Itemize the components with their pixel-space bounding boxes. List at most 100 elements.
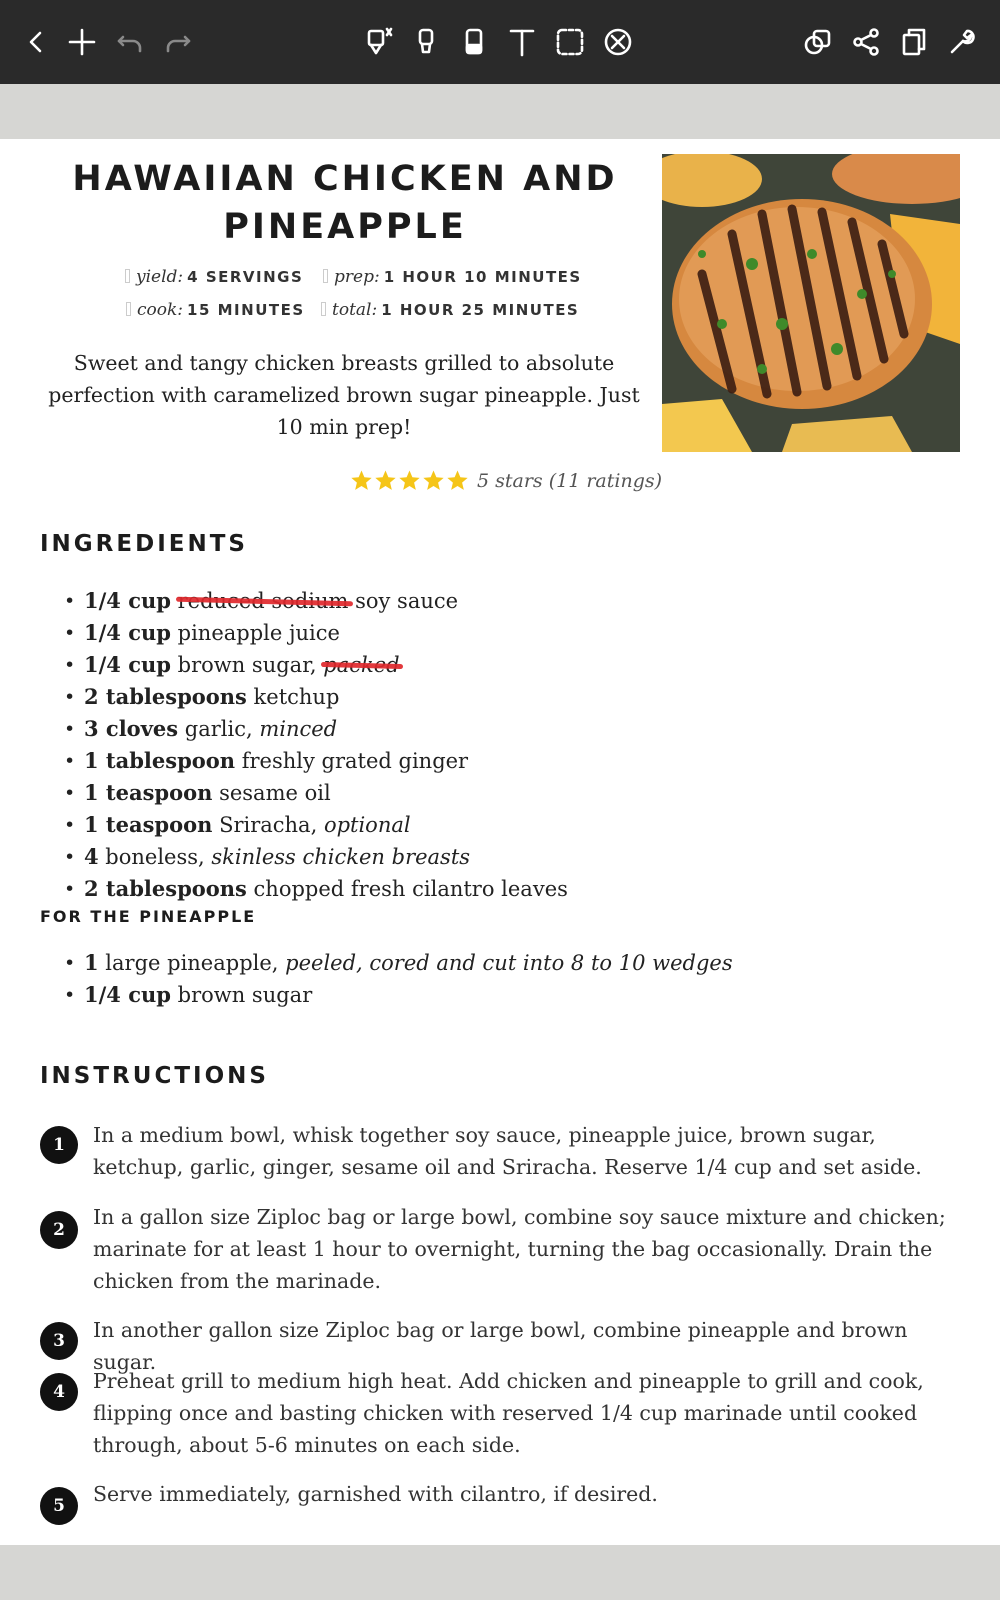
- highlighter-icon[interactable]: [404, 20, 448, 64]
- ingredient-quantity: 1 teaspoon: [84, 780, 213, 805]
- yield-key: yield:: [136, 267, 184, 287]
- step-number: 1: [40, 1126, 78, 1164]
- prep-value: 1 HOUR 10 MINUTES: [383, 268, 582, 286]
- star-icon: [351, 470, 372, 490]
- instruction-step: 4 Preheat grill to medium high heat. Add …: [40, 1365, 960, 1469]
- ingredient-quantity: 1/4 cup: [84, 588, 171, 613]
- ingredient-item: 1/4 cup pineapple juice: [62, 617, 568, 649]
- ingredient-quantity: 1/4 cup: [84, 652, 171, 677]
- ingredients-heading: INGREDIENTS: [40, 531, 248, 557]
- instruction-step: 2 In a gallon size Ziploc bag or large bo…: [40, 1201, 960, 1305]
- ingredient-item: 1/4 cup brown sugar: [62, 979, 733, 1011]
- meta-total: total: 1 HOUR 25 MINUTES: [321, 300, 579, 320]
- share-icon[interactable]: [844, 20, 888, 64]
- step-text: In a gallon size Ziploc bag or large bow…: [93, 1205, 946, 1293]
- ingredient-quantity: 1/4 cup: [84, 620, 171, 645]
- meta-prep: prep: 1 HOUR 10 MINUTES: [323, 267, 582, 287]
- pen-icon[interactable]: [356, 20, 400, 64]
- ingredient-quantity: 4: [84, 844, 99, 869]
- rating[interactable]: 5 stars (11 ratings): [350, 469, 662, 492]
- title-line-2: PINEAPPLE: [223, 207, 467, 247]
- page-gap-top: [0, 84, 1000, 139]
- yield-value: 4 SERVINGS: [187, 268, 304, 286]
- ingredient-name: garlic,: [178, 717, 260, 741]
- redo-icon[interactable]: [156, 20, 200, 64]
- add-icon[interactable]: [60, 20, 104, 64]
- ingredient-item: 3 cloves garlic, minced: [62, 713, 568, 745]
- ingredient-quantity: 1 teaspoon: [84, 812, 213, 837]
- struck-text: reduced sodium: [175, 589, 353, 613]
- ingredient-quantity: 3 cloves: [84, 716, 179, 741]
- star-icon: [423, 470, 444, 490]
- star-icon: [399, 470, 420, 490]
- step-text: In a medium bowl, whisk together soy sau…: [93, 1123, 922, 1179]
- total-icon: [321, 302, 326, 316]
- ingredient-name: sesame oil: [212, 781, 331, 805]
- cook-icon: [126, 302, 131, 316]
- annotation-toolbar: [0, 0, 1000, 84]
- ingredient-item: 1/4 cup brown sugar, packed: [62, 649, 568, 681]
- ingredient-note: peeled, cored and cut into 8 to 10 wedge…: [285, 951, 733, 975]
- instruction-step: 5 Serve immediately, garnished with cilan…: [40, 1478, 960, 1525]
- tools-icon[interactable]: [940, 20, 984, 64]
- text-icon[interactable]: [500, 20, 544, 64]
- copy-icon[interactable]: [796, 20, 840, 64]
- lasso-select-icon[interactable]: [548, 20, 592, 64]
- ingredient-name: brown sugar,: [170, 653, 324, 677]
- star-rating: [350, 469, 469, 492]
- step-number: 5: [40, 1487, 78, 1525]
- pineapple-heading: FOR THE PINEAPPLE: [40, 907, 257, 926]
- title-line-1: HAWAIIAN CHICKEN AND: [72, 159, 618, 199]
- eraser-icon[interactable]: [452, 20, 496, 64]
- ingredient-item: 2 tablespoons chopped fresh cilantro lea…: [62, 873, 568, 905]
- recipe-title: HAWAIIAN CHICKEN AND PINEAPPLE: [40, 155, 650, 251]
- shape-icon[interactable]: [596, 20, 640, 64]
- total-key: total:: [332, 300, 378, 320]
- page-gap-bottom: [0, 1545, 1000, 1600]
- undo-icon[interactable]: [108, 20, 152, 64]
- star-icon: [375, 470, 396, 490]
- ingredient-name: large pineapple,: [98, 951, 286, 975]
- ingredient-name: Sriracha,: [212, 813, 324, 837]
- instruction-step: 1 In a medium bowl, whisk together soy sa…: [40, 1119, 960, 1191]
- meta-yield: yield: 4 SERVINGS: [125, 267, 303, 287]
- pages-icon[interactable]: [892, 20, 936, 64]
- step-text: Preheat grill to medium high heat. Add c…: [93, 1369, 924, 1457]
- ingredient-name: ketchup: [246, 685, 340, 709]
- yield-icon: [125, 269, 130, 283]
- pineapple-list: 1 large pineapple, peeled, cored and cut…: [62, 947, 733, 1011]
- ingredient-name: boneless,: [98, 845, 212, 869]
- ingredient-quantity: 1: [84, 950, 99, 975]
- instruction-step: 3 In another gallon size Ziploc bag or la…: [40, 1314, 960, 1374]
- ingredients-list: 1/4 cup reduced sodium soy sauce1/4 cup …: [62, 585, 568, 905]
- ingredient-item: 1 teaspoon Sriracha, optional: [62, 809, 568, 841]
- ingredient-item: 2 tablespoons ketchup: [62, 681, 568, 713]
- ingredient-item: 1 tablespoon freshly grated ginger: [62, 745, 568, 777]
- recipe-photo: [662, 154, 960, 452]
- ingredient-item: 1 large pineapple, peeled, cored and cut…: [62, 947, 733, 979]
- star-icon: [447, 470, 468, 490]
- step-number: 2: [40, 1211, 78, 1249]
- struck-text: packed: [321, 653, 404, 677]
- ingredient-quantity: 1/4 cup: [84, 982, 171, 1007]
- back-icon[interactable]: [14, 20, 58, 64]
- ingredient-name: chopped fresh cilantro leaves: [246, 877, 568, 901]
- total-value: 1 HOUR 25 MINUTES: [381, 301, 580, 319]
- step-number: 3: [40, 1322, 78, 1360]
- ingredient-quantity: 1 tablespoon: [84, 748, 236, 773]
- meta-cook: cook: 15 MINUTES: [126, 300, 305, 320]
- cook-key: cook:: [137, 300, 184, 320]
- step-text: Serve immediately, garnished with cilant…: [93, 1482, 658, 1506]
- cook-value: 15 MINUTES: [187, 301, 305, 319]
- ingredient-name: pineapple juice: [170, 621, 340, 645]
- prep-icon: [323, 269, 328, 283]
- rating-text: 5 stars (11 ratings): [477, 469, 663, 492]
- ingredient-note: minced: [259, 717, 338, 741]
- ingredient-name: freshly grated ginger: [235, 749, 469, 773]
- recipe-summary: Sweet and tangy chicken breasts grilled …: [48, 351, 640, 439]
- ingredient-note: optional: [323, 813, 411, 837]
- instructions-heading: INSTRUCTIONS: [40, 1063, 269, 1089]
- prep-key: prep:: [334, 267, 380, 287]
- ingredient-name: brown sugar: [170, 983, 313, 1007]
- ingredient-quantity: 2 tablespoons: [84, 876, 247, 901]
